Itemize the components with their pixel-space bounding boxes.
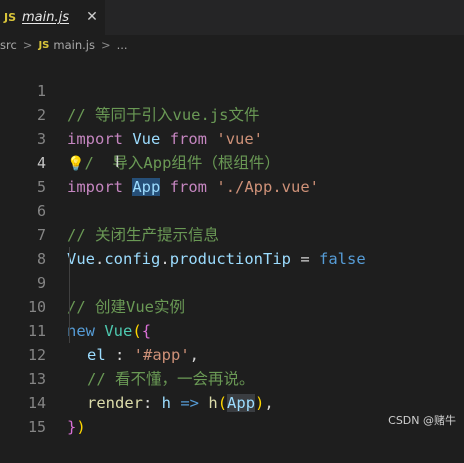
code-line: 14 }) [0, 367, 464, 436]
text-cursor-icon: I [115, 152, 120, 171]
code-line: 5 [0, 151, 464, 196]
code-line: 2 import Vue from 'vue' [0, 79, 464, 148]
breadcrumb: src > JS main.js > ... [0, 35, 464, 55]
tab-bar: JS main.js ✕ [0, 0, 464, 35]
breadcrumb-file[interactable]: main.js [53, 38, 95, 52]
code-line: 1 // 等同于引入vue.js文件 [0, 55, 464, 124]
js-file-icon: JS [4, 11, 17, 24]
code-line: 4 import App from './App.vue' [0, 127, 464, 196]
paren: ) [76, 418, 86, 436]
chevron-right-icon: > [100, 38, 111, 52]
code-line: 7 Vue.config.productionTip = false [0, 199, 464, 268]
code-line: 3 💡/ 导入App组件（根组件） [0, 103, 464, 172]
close-icon[interactable]: ✕ [82, 7, 102, 27]
code-line: 13 render: h => h(App), [0, 343, 464, 412]
breadcrumb-folder[interactable]: src [0, 38, 17, 52]
js-file-icon: JS [38, 39, 50, 51]
tab-label: main.js [22, 10, 70, 25]
code-line: 6 // 关闭生产提示信息 [0, 175, 464, 244]
tab-main-js[interactable]: JS main.js ✕ [0, 0, 105, 35]
code-line: 8 [0, 223, 464, 268]
breadcrumb-symbols[interactable]: ... [117, 38, 128, 52]
chevron-right-icon: > [22, 38, 33, 52]
indent-guide [69, 247, 70, 343]
line-number: 15 [27, 418, 46, 436]
watermark: CSDN @赌牛 [388, 414, 456, 427]
brace: } [67, 418, 77, 436]
